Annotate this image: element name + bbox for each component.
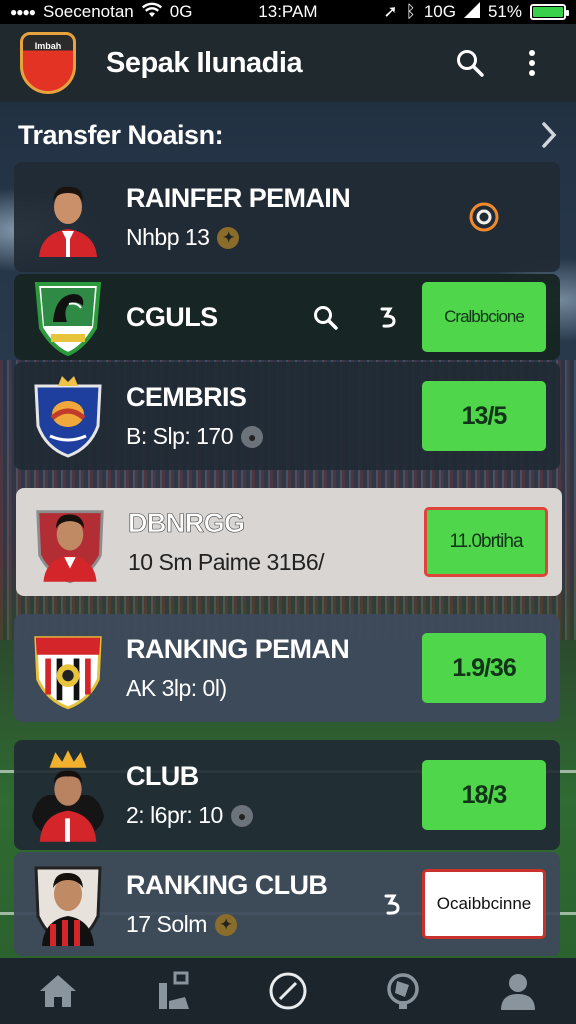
- item-action-button[interactable]: 18/3: [422, 760, 546, 830]
- coin-icon: ✦: [214, 913, 237, 936]
- nav-matches[interactable]: [373, 963, 433, 1019]
- club-crest: [32, 376, 104, 458]
- section-header[interactable]: Transfer Noaisn:: [18, 114, 558, 156]
- section-title: Transfer Noaisn:: [18, 119, 224, 150]
- club-crest: [32, 277, 104, 357]
- list-item[interactable]: RANKING PEMAN AK 3lp: 0l) 1.9/36: [14, 614, 560, 722]
- item-title: RAINFER PEMAIN: [126, 183, 351, 213]
- swap-icon[interactable]: [382, 892, 402, 916]
- location-icon: ➚: [383, 2, 398, 21]
- app-logo[interactable]: Imbah: [20, 32, 76, 94]
- profile-icon: [501, 974, 536, 1010]
- list-item[interactable]: RANKING CLUB 17 Solm ✦ Ocaibbcinne: [14, 852, 560, 956]
- item-subtitle: 17 Solm: [126, 911, 207, 937]
- item-action-button[interactable]: 11.0brtiha: [424, 507, 548, 577]
- item-action-button[interactable]: 1.9/36: [422, 633, 546, 703]
- list-item[interactable]: CGULS Cralbbcione: [14, 274, 560, 360]
- info-icon: ●: [241, 425, 264, 448]
- item-subtitle: 10 Sm Paime 31B6/: [128, 549, 325, 575]
- search-button[interactable]: [446, 39, 494, 87]
- ball-icon: [387, 973, 419, 1009]
- item-subtitle: 2: l6pr: 10: [126, 802, 223, 828]
- item-action-button[interactable]: Cralbbcione: [422, 282, 546, 352]
- club-crest: [32, 628, 104, 710]
- item-title: CEMBRIS: [126, 382, 247, 412]
- battery-percent: 51%: [487, 2, 522, 21]
- wifi-icon: [141, 2, 162, 23]
- nav-stats[interactable]: [143, 963, 203, 1019]
- clock: 13:PAM: [258, 2, 318, 21]
- status-bar: ●●●● Soecenotan 0G 13:PAM ➚ ᛒ 10G 51%: [0, 0, 576, 24]
- item-title: CLUB: [126, 761, 199, 791]
- nav-profile[interactable]: [488, 963, 548, 1019]
- nav-home[interactable]: [28, 963, 88, 1019]
- carrier-name: Soecenotan: [43, 2, 134, 21]
- chevron-right-icon[interactable]: [540, 121, 558, 149]
- item-subtitle: B: Slp: 170: [126, 423, 234, 449]
- swap-icon[interactable]: [378, 305, 398, 329]
- list-item[interactable]: RAINFER PEMAIN Nhbp 13 ✦: [14, 162, 560, 272]
- player-avatar: [34, 502, 106, 584]
- signal-dots-icon: ●●●●: [10, 5, 36, 19]
- list-item-selected[interactable]: DBNRGG 10 Sm Paime 31B6/ 11.0brtiha: [16, 488, 562, 596]
- item-action-button[interactable]: 13/5: [422, 381, 546, 451]
- item-action-button[interactable]: Ocaibbcinne: [422, 869, 546, 939]
- stats-icon: [158, 971, 189, 1009]
- compass-icon: [269, 972, 307, 1010]
- more-vertical-icon: [529, 50, 535, 76]
- target-icon: [469, 202, 499, 232]
- nav-explore[interactable]: [258, 963, 318, 1019]
- app-title: Sepak Ilunadia: [106, 46, 303, 79]
- coin-icon: ✦: [217, 226, 240, 249]
- search-icon[interactable]: [312, 304, 338, 330]
- item-title: CGULS: [126, 301, 218, 332]
- more-options-button[interactable]: [508, 39, 556, 87]
- bottom-navigation: [0, 958, 576, 1024]
- app-logo-text: Imbah: [34, 41, 62, 51]
- target-button[interactable]: [422, 200, 546, 234]
- app-bar: Imbah Sepak Ilunadia: [0, 24, 576, 102]
- network-type: 0G: [169, 2, 193, 21]
- player-avatar: [32, 864, 104, 946]
- item-subtitle: AK 3lp: 0l): [126, 675, 227, 701]
- item-subtitle: Nhbp 13: [126, 224, 210, 250]
- search-icon: [457, 50, 484, 77]
- info-icon: ●: [230, 804, 253, 827]
- list-item[interactable]: CEMBRIS B: Slp: 170 ● 13/5: [14, 362, 560, 470]
- list-item[interactable]: CLUB 2: l6pr: 10 ● 18/3: [14, 740, 560, 850]
- battery-icon: [530, 4, 569, 20]
- home-icon: [39, 975, 76, 1007]
- signal-bars-icon: [463, 1, 480, 23]
- item-title: DBNRGG: [128, 508, 246, 539]
- item-title: RANKING PEMAN: [126, 634, 350, 664]
- item-title: RANKING CLUB: [126, 870, 328, 900]
- bluetooth-icon: ᛒ: [405, 2, 416, 21]
- player-avatar: [32, 177, 104, 257]
- player-avatar: [32, 750, 104, 842]
- network-type-right: 10G: [423, 2, 456, 21]
